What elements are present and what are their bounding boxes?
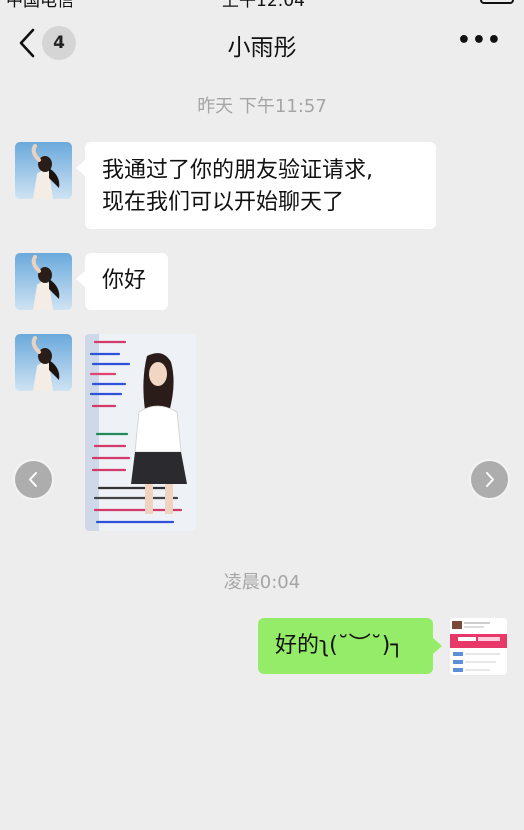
previous-image-button[interactable] (13, 459, 54, 500)
chevron-right-icon (486, 472, 494, 487)
next-image-button[interactable] (469, 459, 510, 500)
my-avatar[interactable] (450, 618, 507, 675)
message-bubble-incoming[interactable]: 我通过了你的朋友验证请求, 现在我们可以开始聊天了 (76, 142, 436, 229)
chat-header: 4 小雨彤 ••• (0, 14, 524, 72)
chevron-left-icon (29, 472, 37, 487)
image-message[interactable] (85, 334, 196, 531)
message-text: 你好 (102, 268, 147, 293)
message-bubble-outgoing[interactable]: 好的ʅ(˘︶˘)┐ (258, 618, 442, 674)
contact-avatar[interactable] (15, 334, 72, 391)
message-text: 我通过了你的朋友验证请求, (102, 158, 373, 183)
status-time: 上午12:04 (222, 0, 305, 11)
message-text: 好的ʅ(˘︶˘)┐ (275, 633, 404, 658)
message-bubble-incoming[interactable]: 你好 (76, 253, 168, 310)
status-bar: 中国电信 上午12:04 (0, 0, 524, 11)
timestamp: 凌晨0:04 (223, 572, 301, 593)
contact-avatar[interactable] (15, 142, 72, 199)
contact-avatar[interactable] (15, 253, 72, 310)
battery-icon (480, 0, 514, 4)
timestamp: 昨天 下午11:57 (197, 96, 327, 117)
carrier-label: 中国电信 (6, 0, 74, 11)
more-dots-icon[interactable]: ••• (457, 28, 502, 53)
message-text: 现在我们可以开始聊天了 (102, 190, 345, 215)
chat-title: 小雨彤 (227, 35, 297, 61)
